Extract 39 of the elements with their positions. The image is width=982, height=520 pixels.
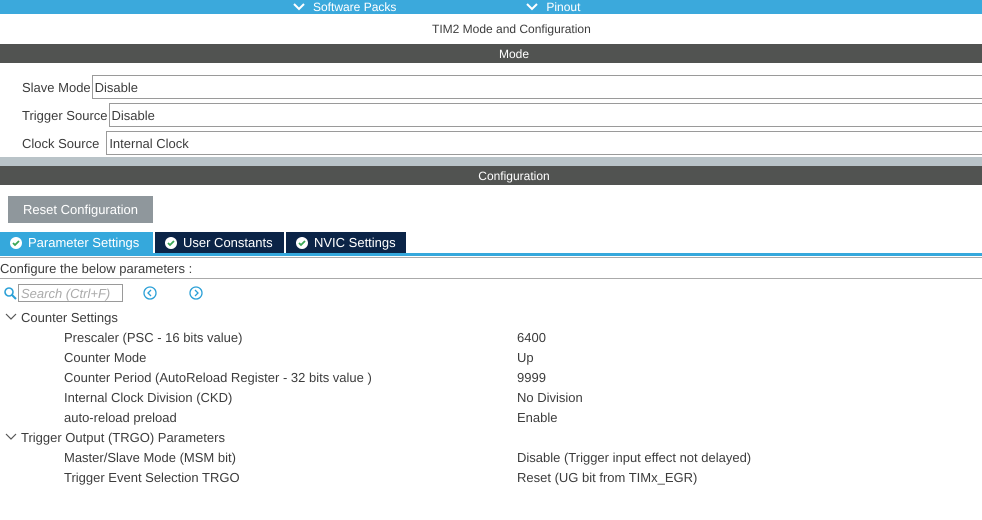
- chevron-down-icon[interactable]: [5, 433, 17, 441]
- chevron-down-icon: [293, 3, 305, 11]
- section-header: Configuration: [0, 166, 982, 185]
- previous-icon[interactable]: [143, 286, 157, 300]
- hint-text: Configure the below parameters :: [0, 260, 192, 276]
- search-field[interactable]: Search (Ctrl+F): [18, 284, 123, 302]
- panel-title: TIM2 Mode and Configuration: [432, 22, 591, 36]
- check-circle-icon: [10, 236, 22, 248]
- field-label: Trigger Source: [22, 108, 108, 122]
- check-circle-icon: [165, 236, 177, 248]
- parameter-value[interactable]: 6400: [517, 330, 546, 344]
- parameter-value[interactable]: Disable (Trigger input effect not delayed): [517, 450, 752, 464]
- parameter-name: auto-reload preload: [64, 410, 178, 424]
- parameter-value[interactable]: No Division: [517, 390, 583, 404]
- search-icon: [4, 286, 17, 300]
- parameter-value[interactable]: Up: [517, 350, 534, 364]
- field-label: Slave Mode: [22, 80, 91, 94]
- next-icon[interactable]: [189, 286, 203, 300]
- dropdown-field[interactable]: Disable: [108, 103, 982, 127]
- field-label: Clock Source: [22, 136, 100, 150]
- chevron-down-icon: [526, 3, 538, 11]
- tab[interactable]: NVIC Settings: [286, 232, 406, 253]
- parameter-value[interactable]: 9999: [517, 370, 546, 384]
- parameter-value[interactable]: Reset (UG bit from TIMx_EGR): [517, 470, 698, 484]
- chevron-down-icon[interactable]: [5, 313, 17, 321]
- dropdown-field[interactable]: Internal Clock: [106, 131, 982, 155]
- parameter-name: Counter Period (AutoReload Register - 32 bits value ): [64, 370, 373, 384]
- section-header: Mode: [0, 44, 982, 63]
- tab[interactable]: User Constants: [155, 232, 284, 253]
- parameter-value[interactable]: Enable: [517, 410, 558, 424]
- check-circle-icon: [296, 236, 308, 248]
- parameter-name: Master/Slave Mode (MSM bit): [64, 450, 237, 464]
- parameter-name: Prescaler (PSC - 16 bits value): [64, 330, 244, 344]
- dropdown-field[interactable]: Disable: [92, 75, 982, 99]
- parameter-name: Internal Clock Division (CKD): [64, 390, 234, 404]
- parameter-name: Counter Mode: [64, 350, 148, 364]
- group-label[interactable]: Trigger Output (TRGO) Parameters: [21, 430, 225, 444]
- parameter-name: Trigger Event Selection TRGO: [64, 470, 241, 484]
- group-label[interactable]: Counter Settings: [21, 310, 118, 324]
